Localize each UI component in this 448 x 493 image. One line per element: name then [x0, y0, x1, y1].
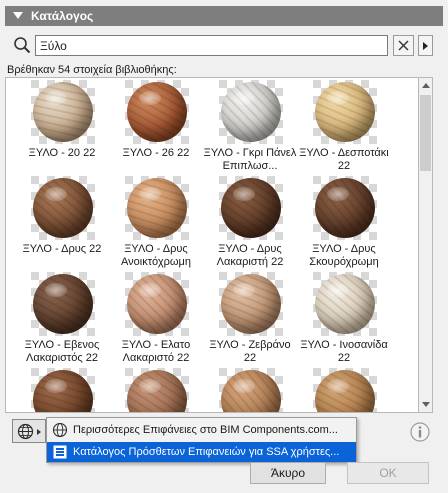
online-resources-menu: Περισσότερες Επιφάνειες στο BIM Componen… — [46, 417, 357, 463]
gallery-scrollbar[interactable] — [418, 77, 433, 413]
material-tile[interactable] — [296, 368, 392, 412]
material-tile[interactable]: ΞΥΛΟ - Δρυς Λακαριστή 22 — [202, 176, 298, 272]
material-label: ΞΥΛΟ - Δρυς Ανοικτόχρωμη — [121, 243, 191, 268]
material-sphere-preview — [221, 370, 281, 412]
material-sphere-preview — [315, 370, 375, 412]
material-thumbnail — [31, 176, 95, 240]
material-label: ΞΥΛΟ - Εβενος Λακαριστός 22 — [24, 339, 100, 364]
material-label: ΞΥΛΟ - Δρυς Σκουρόχρωμη — [309, 243, 379, 268]
material-thumbnail — [31, 368, 95, 412]
material-label: ΞΥΛΟ - 20 22 — [28, 147, 96, 159]
material-sphere-preview — [315, 274, 375, 334]
material-sphere-preview — [127, 370, 187, 412]
close-icon — [398, 40, 409, 51]
arrow-down-icon — [422, 402, 430, 407]
material-thumbnail — [219, 176, 283, 240]
material-tile[interactable]: ΞΥΛΟ - Ινοσανίδα 22 — [296, 272, 392, 368]
material-thumbnail — [125, 80, 189, 144]
material-tile[interactable]: ΞΥΛΟ - 26 22 — [108, 80, 204, 176]
material-sphere-preview — [127, 82, 187, 142]
ok-button[interactable]: OK — [347, 462, 429, 484]
material-label: ΞΥΛΟ - Δρυς 22 — [22, 243, 102, 255]
material-tile[interactable] — [202, 368, 298, 412]
material-sphere-preview — [221, 178, 281, 238]
scrollbar-thumb[interactable] — [420, 95, 431, 171]
chevron-right-icon — [423, 42, 428, 50]
catalog-icon — [53, 445, 67, 459]
cancel-button[interactable]: Άκυρο — [250, 462, 326, 484]
search-icon — [14, 37, 31, 54]
material-label: ΞΥΛΟ - Ινοσανίδα 22 — [300, 339, 388, 364]
online-resources-button[interactable] — [12, 419, 46, 443]
material-sphere-preview — [221, 82, 281, 142]
material-thumbnail — [313, 176, 377, 240]
material-tile[interactable]: ΞΥΛΟ - 20 22 — [14, 80, 110, 176]
catalog-panel-header[interactable]: Κατάλογος — [5, 6, 443, 26]
scroll-up-button[interactable] — [419, 78, 432, 93]
material-label: ΞΥΛΟ - Δεσποτάκι 22 — [299, 147, 389, 172]
material-thumbnail — [219, 80, 283, 144]
scroll-down-button[interactable] — [419, 397, 432, 412]
menu-item-bim-components[interactable]: Περισσότερες Επιφάνειες στο BIM Componen… — [47, 420, 356, 440]
material-tile[interactable] — [14, 368, 110, 412]
result-count-label: Βρέθηκαν 54 στοιχεία βιβλιοθήκης: — [7, 64, 177, 76]
dropdown-arrow-icon — [37, 429, 41, 435]
material-gallery[interactable]: ΞΥΛΟ - 20 22 ΞΥΛΟ - 26 22 ΞΥΛΟ - Γκρι Πάνε… — [5, 77, 418, 413]
info-icon[interactable] — [409, 421, 431, 443]
material-label: ΞΥΛΟ - Ελατο Λακαριστό 22 — [121, 339, 191, 364]
material-sphere-preview — [315, 82, 375, 142]
material-label: ΞΥΛΟ - Γκρι Πάνελ Επιπλωσ... — [203, 147, 297, 172]
material-sphere-preview — [33, 82, 93, 142]
material-thumbnail — [31, 80, 95, 144]
material-sphere-preview — [33, 178, 93, 238]
expand-options-button[interactable] — [418, 35, 433, 56]
globe-icon — [52, 422, 68, 438]
material-sphere-preview — [33, 370, 93, 412]
material-thumbnail — [219, 368, 283, 412]
material-tile[interactable]: ΞΥΛΟ - Δρυς 22 — [14, 176, 110, 272]
collapse-triangle-icon[interactable] — [13, 12, 23, 19]
material-thumbnail — [313, 80, 377, 144]
material-thumbnail — [125, 176, 189, 240]
material-tile[interactable]: ΞΥΛΟ - Γκρι Πάνελ Επιπλωσ... — [202, 80, 298, 176]
menu-item-ssa-catalog[interactable]: Κατάλογος Πρόσθετων Επιφανειών για SSA χ… — [47, 442, 356, 462]
material-tile[interactable]: ΞΥΛΟ - Δεσποτάκι 22 — [296, 80, 392, 176]
material-sphere-preview — [33, 274, 93, 334]
menu-item-label: Κατάλογος Πρόσθετων Επιφανειών για SSA χ… — [73, 446, 340, 458]
material-thumbnail — [313, 368, 377, 412]
material-tile[interactable]: ΞΥΛΟ - Δρυς Ανοικτόχρωμη — [108, 176, 204, 272]
material-sphere-preview — [221, 274, 281, 334]
material-tile[interactable]: ΞΥΛΟ - Ελατο Λακαριστό 22 — [108, 272, 204, 368]
arrow-up-icon — [422, 83, 430, 88]
material-tile[interactable]: ΞΥΛΟ - Ζεβράνο 22 — [202, 272, 298, 368]
globe-icon — [17, 423, 34, 440]
search-input[interactable] — [35, 35, 388, 56]
material-thumbnail — [219, 272, 283, 336]
panel-title: Κατάλογος — [31, 9, 94, 23]
material-thumbnail — [125, 368, 189, 412]
clear-search-button[interactable] — [393, 35, 414, 56]
material-tile[interactable] — [108, 368, 204, 412]
material-thumbnail — [31, 272, 95, 336]
material-sphere-preview — [127, 274, 187, 334]
material-label: ΞΥΛΟ - 26 22 — [122, 147, 190, 159]
menu-item-label: Περισσότερες Επιφάνειες στο BIM Componen… — [73, 424, 338, 436]
material-label: ΞΥΛΟ - Δρυς Λακαριστή 22 — [216, 243, 284, 268]
material-label: ΞΥΛΟ - Ζεβράνο 22 — [209, 339, 291, 364]
material-tile[interactable]: ΞΥΛΟ - Εβενος Λακαριστός 22 — [14, 272, 110, 368]
material-thumbnail — [313, 272, 377, 336]
material-sphere-preview — [315, 178, 375, 238]
material-sphere-preview — [127, 178, 187, 238]
material-tile[interactable]: ΞΥΛΟ - Δρυς Σκουρόχρωμη — [296, 176, 392, 272]
material-thumbnail — [125, 272, 189, 336]
